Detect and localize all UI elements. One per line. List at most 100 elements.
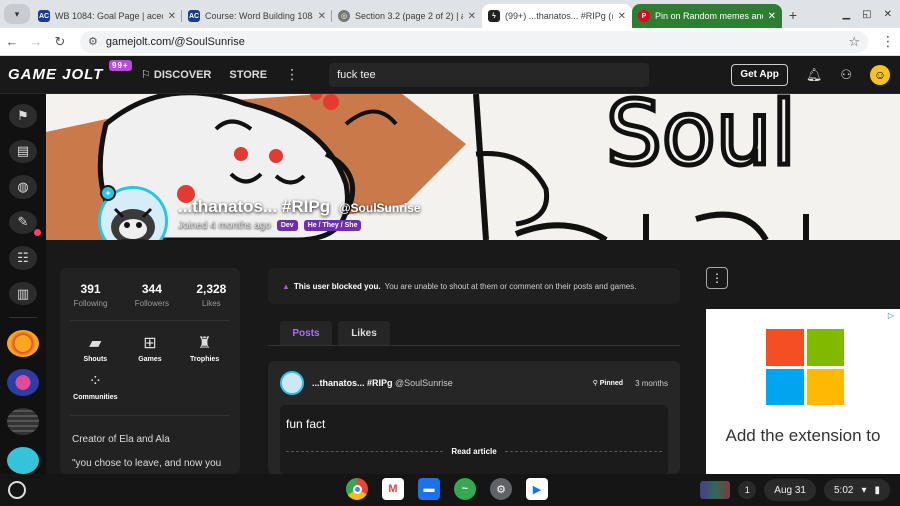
username: @SoulSunrise [338,201,421,215]
pronouns-badge: He / They / She [303,220,362,231]
meet-icon[interactable]: ~ [454,478,476,500]
blocked-title: This user blocked you. [293,281,381,291]
games-link[interactable]: ⊞ Games [125,333,175,363]
divider [70,415,230,416]
divider [286,451,444,452]
author-handle: @SoulSunrise [395,378,453,388]
browser-menu-icon[interactable]: ⋮ [876,33,900,50]
left-sidebar: ⚑ ▤ ◍ ✎ ☷ ▥ [0,94,46,474]
launcher-icon[interactable] [8,481,26,499]
post-author-avatar[interactable] [280,371,304,395]
url-field[interactable]: ⚙ gamejolt.com/@SoulSunrise ☆ [80,30,868,53]
chat-icon[interactable]: ☷ [9,246,37,270]
store-link[interactable]: STORE [229,69,267,81]
files-icon[interactable]: ▬ [418,478,440,500]
read-article-link[interactable]: Read article [451,447,496,456]
browser-tab[interactable]: P Pin on Random memes and ✕ [632,4,782,28]
pinterest-favicon-icon: P [638,10,650,22]
site-info-icon[interactable]: ⚙ [88,35,98,48]
discover-link[interactable]: ⚐ DISCOVER [141,68,211,81]
followers-stat[interactable]: 344 Followers [135,282,169,308]
tab-likes[interactable]: Likes [338,321,390,345]
profile-options-button[interactable]: ⋮ [706,267,728,289]
screen-capture-thumbnail[interactable] [700,481,731,499]
tab-posts[interactable]: Posts [280,321,332,345]
community-fnf-icon[interactable] [7,369,39,397]
search-input[interactable]: fuck tee [329,62,650,87]
get-app-button[interactable]: Get App [731,63,788,86]
gmail-icon[interactable]: M [382,478,404,500]
tab-title: Pin on Random memes and [655,11,763,21]
following-stat[interactable]: 391 Following [74,282,108,308]
user-avatar[interactable]: ☺ [870,64,890,85]
communities-link[interactable]: ⁘ Communities [70,371,120,401]
close-icon[interactable]: ✕ [618,11,626,22]
backpack-icon[interactable]: ◍ [9,175,37,199]
adchoices-icon[interactable]: ▷ [888,311,894,320]
profile-bio: Creator of Ela and Ala "you chose to lea… [60,428,240,476]
back-arrow-icon[interactable]: ← [0,34,24,49]
reload-icon[interactable]: ↻ [48,34,72,50]
wifi-icon: ▾ [861,484,867,496]
address-bar-row: ← → ↻ ⚙ gamejolt.com/@SoulSunrise ☆ ⋮ [0,28,900,56]
friends-icon[interactable]: ⚇ [840,67,852,83]
display-name: ...thanatos... #RIPg [178,197,331,216]
trophies-link[interactable]: ♜ Trophies [180,333,230,363]
date-pill[interactable]: Aug 31 [764,479,816,501]
browser-tab-active[interactable]: ϟ (99+) ...thanatos... #RIPg (@S ✕ [482,4,632,28]
chrome-icon[interactable] [346,478,368,500]
browser-tab[interactable]: AC Course: Word Building 1084 ✕ [182,4,332,28]
logo-text: GAME JOLT [8,66,104,83]
close-icon[interactable]: ✕ [168,11,176,22]
close-icon[interactable]: ✕ [468,11,476,22]
store-icon[interactable]: ▤ [9,139,37,164]
post-author[interactable]: ...thanatos... #RIPg @SoulSunrise [312,378,453,388]
maximize-icon[interactable]: ◱ [862,9,871,20]
close-icon[interactable]: ✕ [768,11,776,22]
alert-dot [34,229,41,237]
bookmark-star-icon[interactable]: ☆ [848,34,860,50]
new-tab-button[interactable]: + [782,4,804,26]
post-card[interactable]: ...thanatos... #RIPg @SoulSunrise ⚲ Pinn… [268,361,680,474]
notification-count[interactable]: 1 [738,481,757,499]
browser-tab[interactable]: AC WB 1084: Goal Page | acecor ✕ [32,4,182,28]
read-article-row[interactable]: Read article [286,447,663,456]
post-body[interactable]: fun fact Read article [280,405,668,474]
pinned-apps: M ▬ ~ ⚙ ▶ [346,478,548,500]
community-sunflower-icon[interactable] [7,330,39,358]
url-text: gamejolt.com/@SoulSunrise [105,35,245,48]
shouts-icon: ▰ [89,335,102,352]
tab-title: Course: Word Building 1084 [205,11,313,21]
feed-tabs: Posts Likes [280,321,390,345]
community-icon[interactable] [7,447,39,474]
author-name: ...thanatos... #RIPg [312,378,393,388]
likes-stat[interactable]: 2,328 Likes [196,282,226,308]
clock-text: 5:02 [833,484,854,496]
gamejolt-logo[interactable]: GAME JOLT 99+ [8,60,132,83]
shouts-link[interactable]: ▰ Shouts [70,333,120,363]
community-icon[interactable] [7,408,39,436]
browser-tab[interactable]: ◎ Section 3.2 (page 2 of 2) | ac ✕ [332,4,482,28]
tab-search-button[interactable]: ▾ [4,4,30,24]
tab-title: (99+) ...thanatos... #RIPg (@S [505,11,613,21]
activity-icon[interactable]: ⚑ [9,104,37,128]
play-store-icon[interactable]: ▶ [526,478,548,500]
post-age: 3 months [635,378,668,388]
link-label: Communities [73,394,118,401]
settings-gear-icon[interactable]: ⚙ [490,478,512,500]
more-menu-icon[interactable]: ⋮ [285,66,299,83]
quests-icon[interactable]: ✎ [9,210,41,237]
stat-value: 344 [141,282,162,296]
close-window-icon[interactable]: ✕ [884,9,892,20]
status-area[interactable]: 5:02 ▾ ▮ [823,479,890,501]
acecore-favicon-icon: AC [38,10,50,22]
close-icon[interactable]: ✕ [318,11,326,22]
minimize-icon[interactable]: ▁ [842,9,850,20]
link-label: Games [138,356,162,363]
advertisement[interactable]: ▷ Add the extension to [706,309,900,474]
forward-arrow-icon[interactable]: → [24,34,48,49]
profile-banner: Soul [46,94,900,240]
library-icon[interactable]: ▥ [9,281,37,306]
bell-icon[interactable]: 🔔︎ [806,67,823,83]
system-tray: 1 Aug 31 5:02 ▾ ▮ [700,479,900,501]
